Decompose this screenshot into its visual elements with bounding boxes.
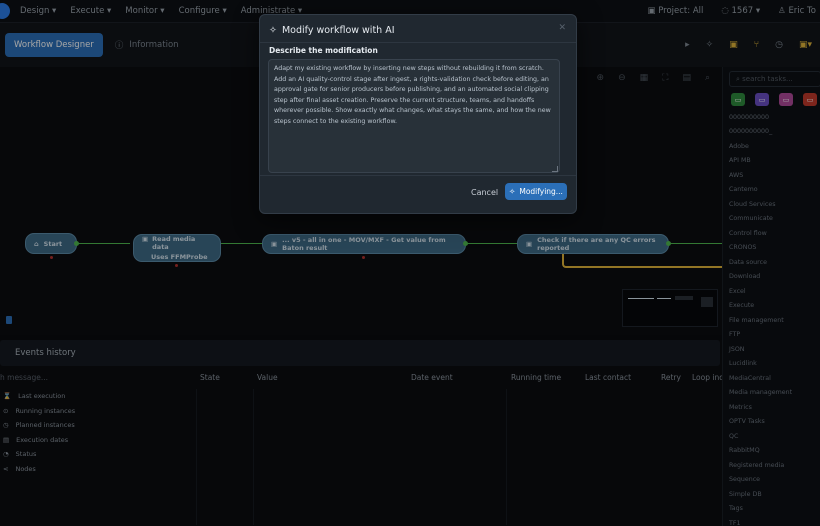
cancel-button[interactable]: Cancel	[471, 188, 498, 197]
ai-sparkle-icon: ✧	[269, 25, 277, 36]
ai-sparkle-icon: ✧	[509, 187, 516, 196]
modal-title: ✧ Modify workflow with AI	[269, 25, 395, 36]
divider	[260, 42, 576, 43]
close-icon[interactable]: ✕	[558, 23, 566, 33]
resize-handle-icon[interactable]	[552, 166, 558, 172]
modify-workflow-modal: ✧ Modify workflow with AI ✕ Describe the…	[259, 14, 577, 214]
modification-textarea[interactable]: Adapt my existing workflow by inserting …	[268, 59, 560, 173]
divider	[260, 175, 576, 176]
modification-label: Describe the modification	[269, 46, 378, 55]
modifying-button[interactable]: ✧ Modifying...	[505, 183, 567, 200]
